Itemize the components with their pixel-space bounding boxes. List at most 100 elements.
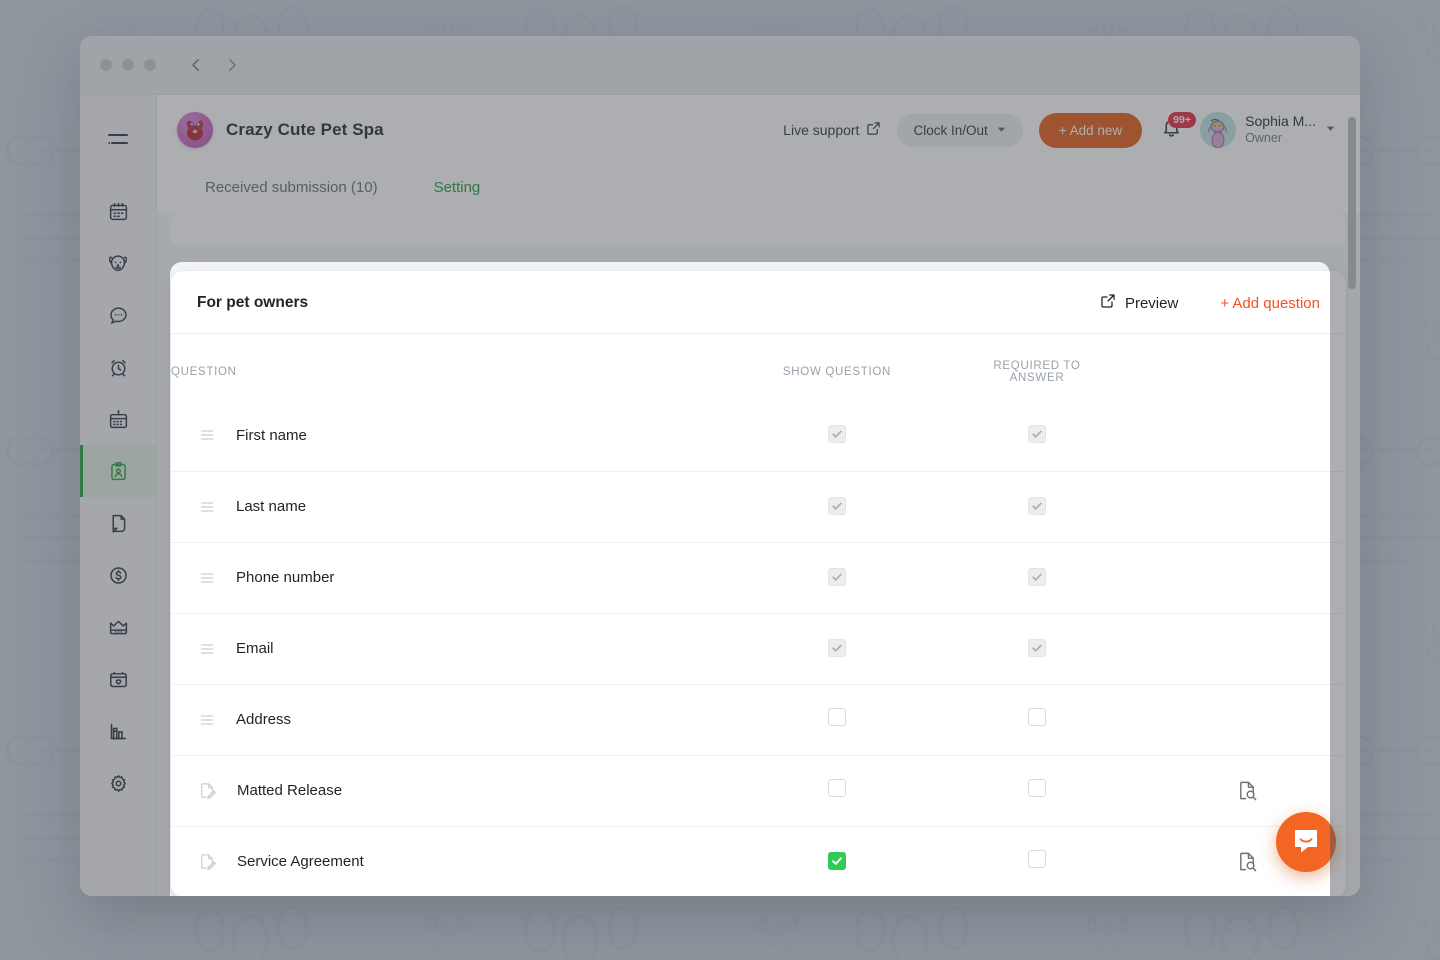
drag-handle-icon[interactable] (199, 427, 215, 443)
drag-handle-icon[interactable] (199, 499, 215, 515)
checkbox-checked-disabled (828, 496, 846, 515)
tab-setting[interactable]: Setting (405, 165, 509, 210)
column-header-show-question: SHOW QUESTION (782, 366, 892, 378)
sidebar-item-menu[interactable] (80, 113, 157, 165)
dollar-circle-icon (108, 565, 129, 586)
checkbox-unchecked[interactable] (1028, 779, 1046, 797)
drag-handle-icon[interactable] (199, 712, 215, 728)
cell-required-to-answer (937, 541, 1137, 613)
sidebar-item-documents[interactable] (80, 497, 157, 549)
sidebar-item-reports[interactable] (80, 705, 157, 757)
drag-handle-icon[interactable] (199, 570, 215, 586)
cell-show-question (737, 612, 937, 684)
cell-required-to-answer (937, 400, 1137, 471)
app-header: Crazy Cute Pet Spa Live support Clock In… (157, 95, 1360, 165)
checkbox-unchecked[interactable] (1028, 850, 1046, 869)
notification-badge: 99+ (1168, 112, 1196, 128)
preview-button[interactable]: Preview (1100, 293, 1178, 313)
checkbox-checked[interactable] (828, 851, 846, 870)
alarm-clock-icon (108, 357, 129, 378)
checkbox-checked-disabled (1028, 496, 1046, 515)
chevron-down-icon (1325, 121, 1336, 139)
sidebar-item-forms[interactable] (80, 445, 157, 497)
chevron-down-icon (996, 123, 1007, 138)
card-header: For pet owners Preview + Add question (171, 271, 1346, 334)
user-name: Sophia M... (1245, 113, 1316, 130)
package-heart-icon (108, 669, 129, 690)
table-row: First name (171, 400, 1346, 471)
checkbox-unchecked[interactable] (828, 779, 846, 797)
sidebar-item-reminders[interactable] (80, 341, 157, 393)
user-menu[interactable]: Sophia M... Owner (1200, 112, 1336, 148)
cell-show-question (737, 400, 937, 471)
card-title: For pet owners (197, 294, 309, 311)
back-arrow-icon[interactable] (186, 55, 206, 75)
sidebar-item-payments[interactable] (80, 549, 157, 601)
tab-received-submission[interactable]: Received submission (10) (177, 165, 406, 210)
sidebar-item-pets[interactable] (80, 237, 157, 289)
sidebar-item-packages[interactable] (80, 653, 157, 705)
table-row: Email (171, 612, 1346, 684)
add-new-button[interactable]: + Add new (1038, 112, 1143, 148)
document-search-icon[interactable] (1237, 852, 1258, 872)
cell-required-to-answer (937, 754, 1137, 826)
settings-page: For pet owners Preview + Add question QU… (157, 213, 1360, 896)
checkbox-checked-disabled (1028, 425, 1046, 444)
live-support-link[interactable]: Live support (783, 121, 881, 139)
close-button[interactable] (100, 59, 112, 71)
drag-handle-icon[interactable] (199, 641, 215, 657)
page-scrollbar-track[interactable] (1348, 95, 1356, 896)
preview-label: Preview (1124, 294, 1179, 312)
user-role: Owner (1245, 130, 1282, 145)
maximize-button[interactable] (144, 59, 156, 71)
document-sign-icon (199, 782, 216, 799)
sidebar-item-memberships[interactable] (80, 601, 157, 653)
cell-action (1137, 470, 1346, 542)
checkbox-checked-disabled (828, 425, 846, 444)
clipboard-person-icon (108, 461, 129, 482)
add-question-button[interactable]: + Add question (1220, 295, 1320, 312)
collapsed-card-above[interactable] (171, 213, 1346, 247)
sidebar-item-messages[interactable] (80, 289, 157, 341)
cell-question: Matted Release (171, 754, 737, 826)
clock-in-out-dropdown[interactable]: Clock In/Out (897, 113, 1023, 147)
table-row: Address (171, 683, 1346, 755)
page-scrollbar-thumb[interactable] (1348, 117, 1356, 289)
question-label: Phone number (236, 569, 335, 586)
minimize-button[interactable] (122, 59, 134, 71)
cell-action (1137, 400, 1346, 471)
sidebar-item-calendar[interactable] (80, 185, 157, 237)
avatar (1200, 112, 1237, 148)
brand: Crazy Cute Pet Spa (177, 112, 384, 148)
header-actions: Live support Clock In/Out + Add new 99+ … (783, 112, 1336, 148)
left-sidebar (80, 95, 157, 896)
cell-action (1137, 683, 1346, 755)
checkbox-unchecked[interactable] (1028, 708, 1046, 726)
table-row: Matted Release (171, 754, 1346, 826)
cell-show-question (737, 825, 937, 896)
cell-question: Last name (171, 470, 737, 542)
cell-question: Service Agreement (171, 825, 737, 896)
live-support-label: Live support (783, 122, 860, 138)
cell-question: Address (171, 683, 737, 755)
brand-name: Crazy Cute Pet Spa (226, 120, 384, 139)
tab-bar: Received submission (10) Setting (157, 165, 1360, 210)
forward-arrow-icon[interactable] (222, 55, 242, 75)
chat-launcher-button[interactable] (1276, 812, 1336, 872)
clock-in-out-label: Clock In/Out (913, 122, 988, 138)
notifications-button[interactable]: 99+ (1158, 112, 1196, 145)
question-label: Address (236, 711, 292, 728)
window-titlebar (80, 36, 1360, 95)
cell-show-question (737, 754, 937, 826)
sidebar-item-schedule[interactable] (80, 393, 157, 445)
cell-action (1137, 612, 1346, 684)
checkbox-unchecked[interactable] (828, 708, 846, 726)
cell-required-to-answer (937, 612, 1137, 684)
calendar-pin-icon (108, 409, 129, 430)
checkbox-checked-disabled (1028, 567, 1046, 586)
document-search-icon[interactable] (1237, 781, 1258, 801)
hamburger-menu-icon (106, 127, 130, 151)
sidebar-item-settings[interactable] (80, 757, 157, 809)
crown-icon (108, 617, 129, 638)
cell-required-to-answer (937, 825, 1137, 896)
